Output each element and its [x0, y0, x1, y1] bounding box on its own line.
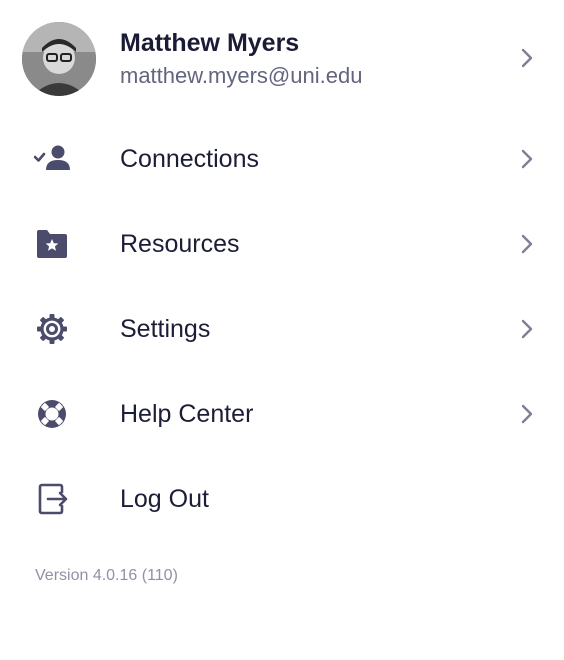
chevron-right-icon: [520, 148, 534, 170]
menu-item-help-center[interactable]: Help Center: [0, 372, 564, 456]
menu-item-label: Resources: [120, 230, 240, 258]
profile-email: matthew.myers@uni.edu: [120, 63, 363, 88]
menu-item-label: Settings: [120, 315, 211, 343]
menu-item-connections[interactable]: Connections: [0, 117, 564, 201]
chevron-right-icon: [520, 233, 534, 255]
profile-name: Matthew Myers: [120, 29, 300, 57]
chevron-right-icon: [520, 403, 534, 425]
log-out-icon: [34, 483, 70, 515]
menu-item-label: Connections: [120, 145, 259, 173]
connections-icon: [34, 143, 70, 175]
menu-item-log-out[interactable]: Log Out: [0, 457, 564, 541]
menu-item-label: Help Center: [120, 400, 254, 428]
menu-item-label: Log Out: [120, 485, 209, 513]
menu-item-resources[interactable]: Resources: [0, 202, 564, 286]
menu-item-settings[interactable]: Settings: [0, 287, 564, 371]
chevron-right-icon: [520, 318, 534, 340]
version-label: Version 4.0.16 (110): [35, 567, 178, 584]
chevron-right-icon: [520, 47, 534, 69]
gear-icon: [34, 313, 70, 345]
avatar: [22, 22, 96, 96]
lifebuoy-icon: [34, 398, 70, 430]
profile-row[interactable]: Matthew Myers matthew.myers@uni.edu: [0, 0, 564, 116]
starred-folder-icon: [34, 228, 70, 260]
